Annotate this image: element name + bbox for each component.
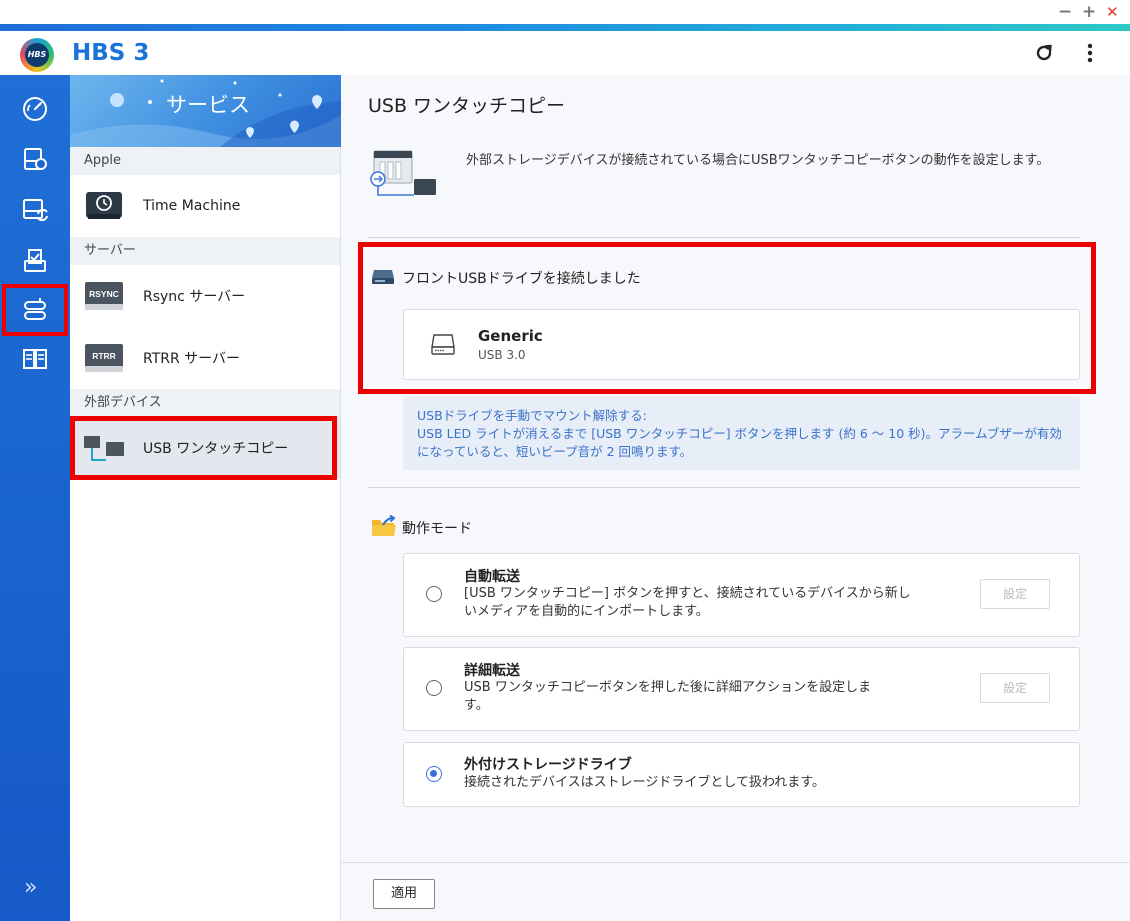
service-item-rsync[interactable]: RSYNC Rsync サーバー — [70, 265, 340, 327]
maximize-button[interactable]: + — [1082, 2, 1096, 22]
option-title: 詳細転送 — [464, 663, 520, 679]
auto-transfer-settings-button[interactable]: 設定 — [980, 579, 1050, 609]
app-header: HBS HBS 3 — [0, 31, 1130, 75]
usb-storage-illustration-icon — [370, 150, 436, 196]
divider — [368, 237, 1080, 238]
page-description: 外部ストレージデバイスが接続されている場合にUSBワンタッチコピーボタンの動作を… — [466, 153, 1050, 168]
folder-arrow-icon — [372, 515, 396, 536]
overview-icon[interactable] — [0, 85, 70, 133]
app-logo: HBS — [20, 38, 54, 72]
unmount-info-box: USBドライブを手動でマウント解除する: USB LED ライトが消えるまで [… — [403, 397, 1080, 470]
services-banner-title: サービス — [166, 93, 250, 117]
minimize-button[interactable]: − — [1058, 2, 1072, 22]
advanced-transfer-radio[interactable] — [426, 680, 442, 696]
info-line: になっていると、短いビープ音が 2 回鳴ります。 — [417, 444, 693, 459]
rtrr-icon: RTRR — [85, 344, 123, 372]
auto-transfer-radio[interactable] — [426, 586, 442, 602]
option-card-external-storage[interactable]: 外付けストレージドライブ 接続されたデバイスはストレージドライブとして扱われます… — [403, 742, 1080, 807]
option-description: USB ワンタッチコピーボタンを押した後に詳細アクションを設定します。 — [464, 680, 872, 713]
service-label: RTRR サーバー — [143, 351, 241, 367]
service-label: Rsync サーバー — [143, 289, 246, 305]
more-options-icon[interactable] — [1080, 41, 1100, 65]
info-line: USB LED ライトが消えるまで [USB ワンタッチコピー] ボタンを押しま… — [417, 426, 1062, 441]
collapse-sidebar-icon[interactable]: » — [24, 875, 37, 900]
section-header-external: 外部デバイス — [70, 389, 340, 417]
option-description: 接続されたデバイスはストレージドライブとして扱われます。 — [464, 775, 826, 790]
main-content: USB ワンタッチコピー 外部ストレージデバイスが接続されている場合にUSBワン… — [341, 75, 1130, 921]
left-navigation: » — [0, 75, 70, 921]
backup-icon[interactable] — [0, 135, 70, 183]
app-title: HBS 3 — [72, 40, 150, 66]
service-item-rtrr[interactable]: RTRR RTRR サーバー — [70, 327, 340, 389]
rsync-icon-text: RSYNC — [89, 289, 119, 299]
app-logo-text: HBS — [25, 43, 49, 67]
option-title: 自動転送 — [464, 569, 520, 585]
logs-icon[interactable] — [0, 335, 70, 383]
divider — [368, 487, 1080, 488]
nav-selection-highlight — [2, 284, 68, 336]
option-description: [USB ワンタッチコピー] ボタンを押すと、接続されているデバイスから新しいメ… — [464, 586, 911, 619]
services-panel: サービス Apple Time Machine サーバー RSYNC Rsync… — [70, 75, 341, 921]
option-card-auto-transfer[interactable]: 自動転送 [USB ワンタッチコピー] ボタンを押すと、接続されているデバイスか… — [403, 553, 1080, 637]
close-button[interactable]: ✕ — [1106, 2, 1119, 22]
sync-icon[interactable] — [0, 185, 70, 233]
service-selection-highlight — [70, 416, 337, 480]
external-storage-radio[interactable] — [426, 766, 442, 782]
page-title: USB ワンタッチコピー — [368, 95, 566, 117]
refresh-icon[interactable] — [1032, 41, 1056, 65]
window-controls: − + ✕ — [0, 0, 1130, 24]
footer-bar: 適用 — [341, 862, 1130, 921]
services-banner: サービス — [70, 75, 341, 147]
service-label: Time Machine — [143, 198, 241, 214]
option-card-advanced-transfer[interactable]: 詳細転送 USB ワンタッチコピーボタンを押した後に詳細アクションを設定します。… — [403, 647, 1080, 731]
section-header-apple: Apple — [70, 147, 340, 175]
option-title: 外付けストレージドライブ — [464, 757, 632, 773]
operation-mode-label: 動作モード — [402, 521, 472, 537]
section-header-server: サーバー — [70, 237, 340, 265]
time-machine-icon — [86, 192, 122, 219]
rsync-icon: RSYNC — [85, 282, 123, 310]
apply-button[interactable]: 適用 — [373, 879, 435, 909]
front-usb-highlight — [358, 242, 1096, 394]
service-item-time-machine[interactable]: Time Machine — [70, 175, 340, 237]
info-line: USBドライブを手動でマウント解除する: — [417, 408, 647, 423]
rtrr-icon-text: RTRR — [92, 351, 116, 361]
restore-icon[interactable] — [0, 237, 70, 285]
advanced-transfer-settings-button[interactable]: 設定 — [980, 673, 1050, 703]
title-gradient-bar — [0, 24, 1130, 31]
